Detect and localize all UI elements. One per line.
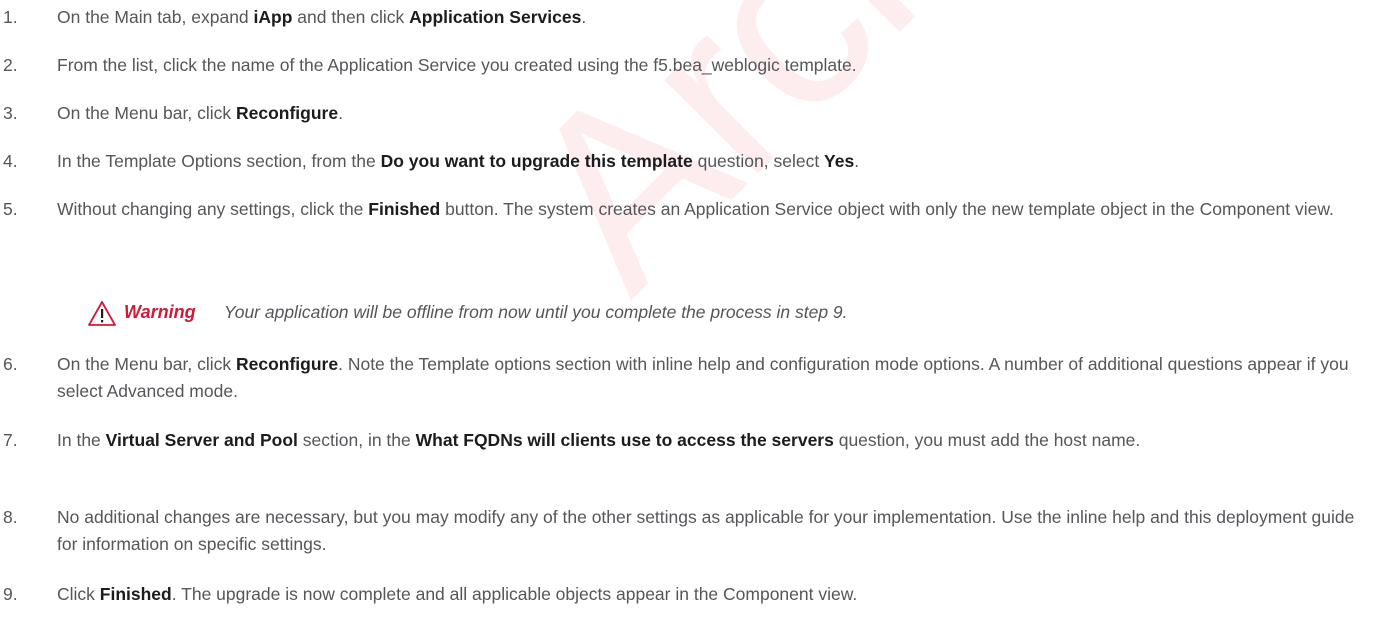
step-text: Click Finished. The upgrade is now compl… [57, 581, 1362, 608]
bold-term: What FQDNs will clients use to access th… [415, 430, 834, 450]
bold-term: iApp [253, 7, 293, 27]
warning-label: Warning [124, 302, 196, 322]
step-text: From the list, click the name of the App… [57, 52, 1362, 79]
step-text-run: On the Menu bar, click [57, 103, 236, 123]
step-text: Without changing any settings, click the… [57, 196, 1362, 223]
bold-term: Virtual Server and Pool [105, 430, 298, 450]
warning-note: Warning Your application will be offline… [87, 299, 1287, 329]
step-text-run: From the list, click the name of the App… [57, 55, 857, 75]
warning-text: Your application will be offline from no… [224, 302, 848, 322]
step-number: 4. [3, 151, 18, 171]
step-text-run: question, you must add the host name. [833, 430, 1141, 450]
step-number: 7. [3, 430, 18, 450]
step-text: In the Template Options section, from th… [57, 148, 1362, 175]
step-number: 1. [3, 7, 18, 27]
step-number: 3. [3, 103, 18, 123]
step-text: On the Menu bar, click Reconfigure. [57, 100, 1362, 127]
step-text: On the Main tab, expand iApp and then cl… [57, 4, 1362, 31]
step-text-run: . [338, 103, 343, 123]
step-number: 5. [3, 199, 18, 219]
step-number: 8. [3, 507, 18, 527]
warning-triangle-icon [87, 300, 117, 327]
step-text-run: On the Menu bar, click [57, 354, 236, 374]
bold-term: Finished [368, 199, 441, 219]
step-text-run: No additional changes are necessary, but… [57, 507, 1355, 554]
step-text-run: Without changing any settings, click the [57, 199, 369, 219]
step-text-run: On the Main tab, expand [57, 7, 254, 27]
step-text: On the Menu bar, click Reconfigure. Note… [57, 351, 1362, 405]
bold-term: Application Services [409, 7, 582, 27]
step-text-run: section, in the [297, 430, 416, 450]
bold-term: Reconfigure [235, 354, 339, 374]
bold-term: Reconfigure [235, 103, 339, 123]
step-number: 9. [3, 584, 18, 604]
step-number: 2. [3, 55, 18, 75]
step-text-run: button. The system creates an Applicatio… [440, 199, 1334, 219]
step-text-run: Click [57, 584, 100, 604]
step-text-run: . The upgrade is now complete and all ap… [171, 584, 858, 604]
step-text: No additional changes are necessary, but… [57, 504, 1362, 558]
bold-term: Finished [99, 584, 172, 604]
step-text-run: question, select [692, 151, 825, 171]
step-text-run: . [581, 7, 587, 27]
step-number: 6. [3, 354, 18, 374]
bold-term: Yes [824, 151, 855, 171]
step-text-run: and then click [292, 7, 410, 27]
step-text-run: . [854, 151, 860, 171]
step-text-run: In the [57, 430, 106, 450]
step-text: In the Virtual Server and Pool section, … [57, 427, 1362, 454]
bold-term: Do you want to upgrade this template [380, 151, 693, 171]
step-text-run: In the Template Options section, from th… [57, 151, 381, 171]
